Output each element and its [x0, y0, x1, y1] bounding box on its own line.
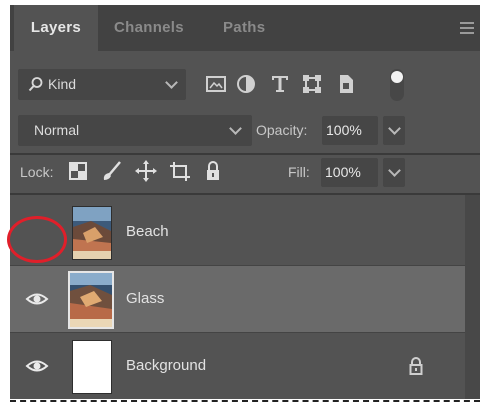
lock-label: Lock:	[20, 164, 54, 180]
tab-layers[interactable]: Layers	[14, 5, 98, 51]
shape-filter-icon[interactable]	[300, 71, 324, 97]
toolbar-divider	[10, 193, 480, 195]
type-filter-icon[interactable]	[268, 71, 292, 97]
opacity-input[interactable]: 100%	[322, 116, 378, 145]
highlight-circle-annotation	[7, 216, 67, 263]
chevron-down-icon	[229, 122, 242, 135]
filter-kind-dropdown[interactable]: Kind	[18, 69, 186, 100]
layer-row-glass[interactable]: Glass	[10, 266, 465, 332]
eye-icon	[25, 360, 49, 372]
eye-icon	[25, 293, 49, 305]
lock-transparent-pixels-icon[interactable]	[66, 158, 90, 184]
layer-thumbnail	[68, 271, 114, 329]
adjustment-filter-icon[interactable]	[234, 71, 258, 97]
lock-position-icon[interactable]	[134, 158, 158, 184]
fill-dropdown-button[interactable]	[383, 158, 405, 187]
visibility-toggle[interactable]	[22, 351, 52, 381]
lock-icon	[409, 357, 423, 375]
layer-row-beach[interactable]: Beach	[10, 199, 465, 265]
image-filter-icon[interactable]	[204, 71, 228, 97]
opacity-label: Opacity:	[256, 122, 308, 138]
blend-mode-value: Normal	[34, 122, 80, 138]
visibility-toggle[interactable]	[22, 284, 52, 314]
opacity-dropdown-button[interactable]	[383, 116, 405, 145]
chevron-down-icon	[388, 122, 401, 135]
layers-panel: Layers Channels Paths Kind Normal Opacit…	[10, 5, 480, 399]
filter-toggle-switch[interactable]	[390, 69, 404, 101]
crop-dashed-edge	[10, 400, 480, 402]
layer-thumbnail	[72, 340, 112, 394]
layers-scrollbar[interactable]	[465, 195, 480, 399]
tab-paths[interactable]: Paths	[223, 5, 265, 51]
tab-channels[interactable]: Channels	[114, 5, 184, 51]
layer-thumbnail	[72, 206, 112, 260]
lock-all-icon[interactable]	[201, 158, 225, 184]
chevron-down-icon	[165, 76, 178, 89]
lock-image-pixels-icon[interactable]	[100, 158, 124, 184]
fill-input[interactable]: 100%	[321, 158, 378, 187]
layer-name: Glass	[126, 290, 165, 307]
layer-row-background[interactable]: Background	[10, 333, 465, 399]
blend-mode-dropdown[interactable]: Normal	[18, 115, 252, 146]
layer-name: Beach	[126, 223, 169, 240]
filter-kind-label: Kind	[48, 76, 77, 92]
chevron-down-icon	[388, 164, 401, 177]
layer-name: Background	[126, 357, 207, 374]
panel-menu-icon[interactable]	[460, 22, 474, 34]
search-icon	[28, 77, 43, 92]
smart-object-filter-icon[interactable]	[334, 71, 358, 97]
toggle-knob-icon	[391, 71, 403, 83]
panel-tab-bar: Layers Channels Paths	[10, 5, 480, 51]
lock-artboard-icon[interactable]	[168, 158, 192, 184]
fill-label: Fill:	[288, 164, 310, 180]
toolbar-divider	[10, 153, 480, 155]
